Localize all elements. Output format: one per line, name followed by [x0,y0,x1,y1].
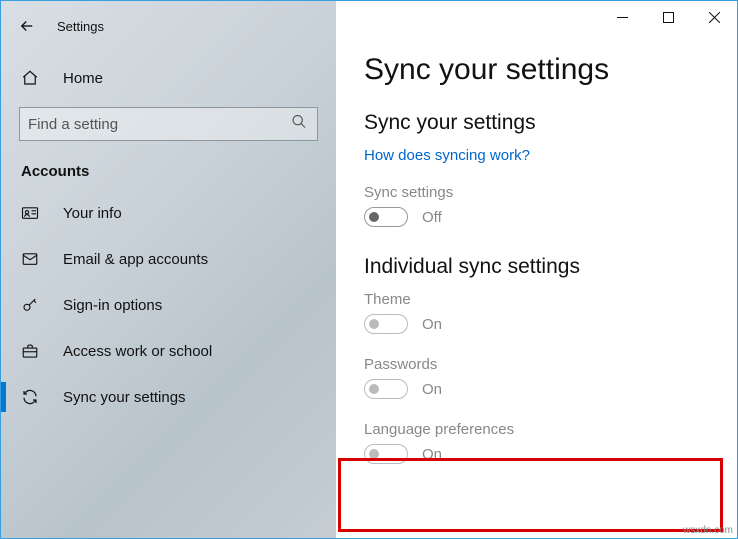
titlebar: Settings [1,9,336,43]
search-box[interactable] [19,107,318,141]
setting-label: Theme [364,291,737,308]
maximize-button[interactable] [645,1,691,33]
highlight-rectangle [338,458,723,532]
toggle-state: On [422,316,442,333]
sync-icon [21,388,43,406]
close-icon [709,12,720,23]
toggle-state: On [422,446,442,463]
toggle-theme[interactable] [364,314,408,334]
setting-sync: Sync settings Off [364,184,737,227]
content-pane: Sync your settings Sync your settings Ho… [336,1,737,538]
toggle-state: On [422,381,442,398]
setting-passwords: Passwords On [364,356,737,399]
sidebar-item-label: Email & app accounts [63,251,208,268]
toggle-state: Off [422,209,442,226]
sidebar-item-email[interactable]: Email & app accounts [1,236,336,282]
back-arrow-icon [18,17,36,35]
setting-label: Passwords [364,356,737,373]
search-input[interactable] [28,116,309,133]
sidebar-item-label: Access work or school [63,343,212,360]
window-controls [599,1,737,33]
toggle-passwords[interactable] [364,379,408,399]
sidebar-nav: Your info Email & app accounts Sign-in o… [1,190,336,420]
sidebar: Settings Home Accounts Your info [1,1,336,538]
sidebar-item-label: Your info [63,205,122,222]
sidebar-section-title: Accounts [21,163,336,180]
search-container [19,107,318,141]
toggle-language[interactable] [364,444,408,464]
setting-language: Language preferences On [364,421,737,464]
sidebar-item-label: Sign-in options [63,297,162,314]
home-icon [21,69,43,87]
search-icon [291,114,307,135]
section-heading-sync: Sync your settings [364,111,737,135]
toggle-sync-settings[interactable] [364,207,408,227]
sidebar-item-label: Sync your settings [63,389,186,406]
key-icon [21,296,43,314]
section-heading-individual: Individual sync settings [364,255,737,279]
home-label: Home [63,70,103,87]
maximize-icon [663,12,674,23]
page-title: Sync your settings [364,53,737,87]
email-icon [21,250,43,268]
briefcase-icon [21,342,43,360]
setting-label: Language preferences [364,421,737,438]
sidebar-item-sync[interactable]: Sync your settings [1,374,336,420]
sidebar-item-signin[interactable]: Sign-in options [1,282,336,328]
sidebar-home[interactable]: Home [1,61,336,95]
setting-theme: Theme On [364,291,737,334]
back-button[interactable] [11,10,43,42]
settings-window: Settings Home Accounts Your info [0,0,738,539]
minimize-icon [617,12,628,23]
window-title: Settings [57,19,104,34]
close-button[interactable] [691,1,737,33]
watermark: wsxdn.com [683,525,733,536]
sidebar-item-your-info[interactable]: Your info [1,190,336,236]
user-card-icon [21,204,43,222]
minimize-button[interactable] [599,1,645,33]
help-link[interactable]: How does syncing work? [364,147,530,164]
setting-label: Sync settings [364,184,737,201]
sidebar-item-work-school[interactable]: Access work or school [1,328,336,374]
